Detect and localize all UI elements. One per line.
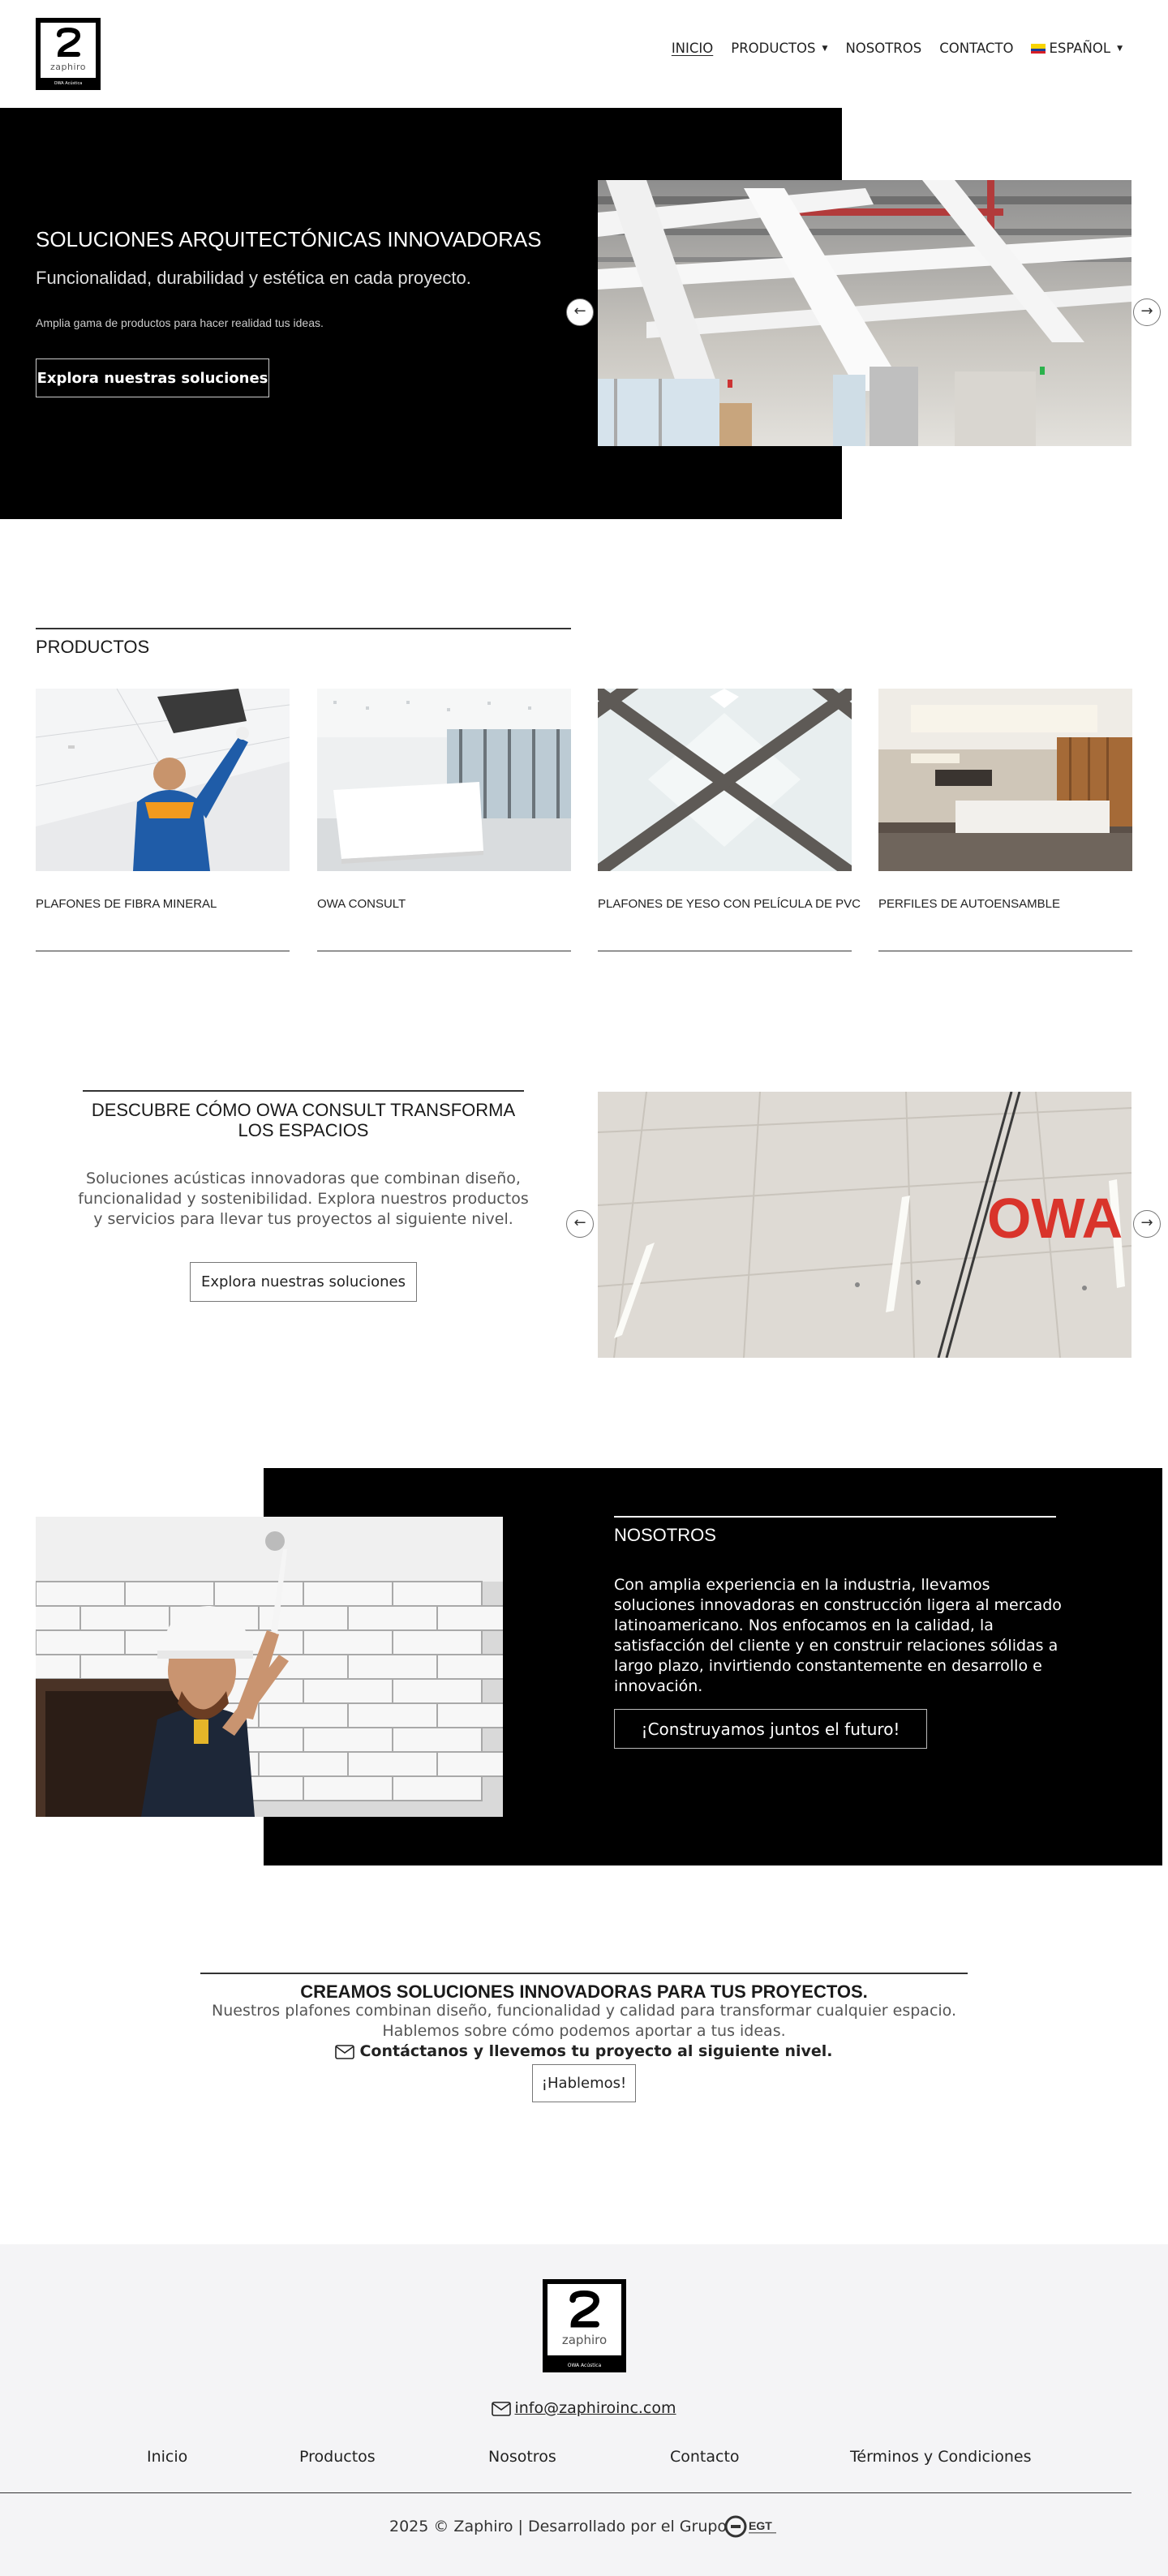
logo-brand-text: zaphiro <box>49 62 87 72</box>
product-label: PLAFONES DE YESO CON PELÍCULA DE PVC <box>598 897 861 911</box>
footer-link-productos[interactable]: Productos <box>299 2448 376 2466</box>
caret-down-icon: ▼ <box>822 44 828 53</box>
footer-logo-inner: zaphiro <box>548 2284 621 2355</box>
colombia-flag-icon <box>1031 43 1046 54</box>
product-label: PERFILES DE AUTOENSAMBLE <box>878 897 1060 911</box>
nav-item-label: INICIO <box>671 41 714 56</box>
footer-link-inicio[interactable]: Inicio <box>147 2448 187 2466</box>
hero-title: SOLUCIONES ARQUITECTÓNICAS INNOVADORAS <box>36 227 542 251</box>
cta-line-3: Contáctanos y llevemos tu proyecto al si… <box>0 2042 1168 2060</box>
product-label: PLAFONES DE FIBRA MINERAL <box>36 897 217 911</box>
hero-slide-image <box>598 180 1132 446</box>
electrician-image <box>36 1517 503 1817</box>
hero-prev-arrow-icon[interactable]: ← <box>566 298 594 326</box>
footer-link-terminos[interactable]: Términos y Condiciones <box>850 2448 1031 2466</box>
language-label: ESPAÑOL <box>1049 41 1111 56</box>
lets-talk-button[interactable]: ¡Hablemos! <box>532 2064 636 2102</box>
product-label: OWA CONSULT <box>317 897 406 911</box>
product-image <box>317 689 571 871</box>
nav-item-contacto[interactable]: CONTACTO <box>939 41 1013 56</box>
language-selector[interactable]: ESPAÑOL ▼ <box>1031 41 1123 56</box>
nav-item-inicio[interactable]: INICIO <box>672 41 713 56</box>
owa-slide-image: OWA <box>598 1092 1132 1358</box>
site-header: zaphiro OWA Acústica INICIO PRODUCTOS ▼ … <box>0 0 1168 107</box>
zaphiro-logo[interactable]: zaphiro OWA Acústica <box>36 18 101 90</box>
footer-divider <box>0 2492 1132 2493</box>
footer-link-nosotros[interactable]: Nosotros <box>488 2448 556 2466</box>
cta-line-2: Hablemos sobre cómo podemos aportar a tu… <box>382 2022 786 2040</box>
product-card-yeso-pvc[interactable]: PLAFONES DE YESO CON PELÍCULA DE PVC <box>598 689 861 951</box>
product-card-fibra-mineral[interactable]: PLAFONES DE FIBRA MINERAL <box>36 689 290 951</box>
owa-ceiling-image: OWA <box>598 1092 1132 1358</box>
hero-text: Amplia gama de productos para hacer real… <box>36 316 324 329</box>
product-image <box>878 689 1132 871</box>
nav-item-label: NOSOTROS <box>845 41 922 56</box>
products-heading: PRODUCTOS <box>36 637 150 657</box>
nav-item-nosotros[interactable]: NOSOTROS <box>845 41 921 56</box>
owa-next-arrow-icon[interactable]: → <box>1133 1210 1161 1238</box>
owa-title: DESCUBRE CÓMO OWA CONSULT TRANSFORMA LOS… <box>91 1100 516 1140</box>
owa-prev-arrow-icon[interactable]: ← <box>566 1210 594 1238</box>
nav-item-productos[interactable]: PRODUCTOS ▼ <box>731 41 827 56</box>
about-divider <box>614 1516 1056 1518</box>
nav-item-label: PRODUCTOS <box>731 41 816 56</box>
product-card-perfiles[interactable]: PERFILES DE AUTOENSAMBLE <box>878 689 1132 951</box>
products-divider <box>36 628 571 629</box>
footer-copyright: 2025 © Zaphiro | Desarrollado por el Gru… <box>389 2518 728 2535</box>
build-future-button[interactable]: ¡Construyamos juntos el futuro! <box>614 1709 927 1749</box>
main-nav: INICIO PRODUCTOS ▼ NOSOTROS CONTACTO ESP… <box>672 41 1123 56</box>
hero-next-arrow-icon[interactable]: → <box>1133 298 1161 326</box>
svg-text:EGT: EGT <box>749 2519 772 2532</box>
product-image <box>598 689 852 871</box>
nav-item-label: CONTACTO <box>939 41 1014 56</box>
cta-divider <box>200 1973 968 1974</box>
footer-email: info@zaphiroinc.com <box>0 2399 1168 2417</box>
logo-inner: zaphiro <box>41 23 96 78</box>
logo-tagline: OWA Acústica <box>54 81 83 86</box>
egt-logo-icon: EGT <box>724 2515 776 2538</box>
z-logo-icon <box>569 2290 599 2328</box>
footer-link-contacto[interactable]: Contacto <box>670 2448 740 2466</box>
product-card-owa-consult[interactable]: OWA CONSULT <box>317 689 571 951</box>
footer-logo-brand: zaphiro <box>561 2333 608 2347</box>
cta-line-3-text: Contáctanos y llevemos tu proyecto al si… <box>359 2042 833 2060</box>
footer-email-link[interactable]: info@zaphiroinc.com <box>514 2399 676 2417</box>
egt-logo[interactable]: EGT <box>724 2514 779 2539</box>
hero-subtitle: Funcionalidad, durabilidad y estética en… <box>36 268 471 288</box>
about-title: NOSOTROS <box>614 1525 716 1545</box>
product-image <box>36 689 290 871</box>
office-ceiling-image <box>598 180 1132 446</box>
owa-text: Soluciones acústicas innovadoras que com… <box>78 1170 529 1228</box>
owa-explore-button[interactable]: Explora nuestras soluciones <box>190 1262 417 1302</box>
footer-zaphiro-logo[interactable]: zaphiro OWA Acústica <box>543 2279 626 2372</box>
owa-wall-logo: OWA <box>987 1187 1123 1250</box>
mail-icon <box>492 2401 512 2416</box>
mail-icon <box>335 2044 355 2059</box>
owa-divider <box>83 1090 524 1092</box>
z-logo-icon <box>57 28 81 57</box>
caret-down-icon: ▼ <box>1117 44 1123 53</box>
cta-line-1: Nuestros plafones combinan diseño, funci… <box>212 2002 956 2020</box>
explore-solutions-button[interactable]: Explora nuestras soluciones <box>36 358 269 397</box>
about-text: Con amplia experiencia en la industria, … <box>614 1576 1062 1695</box>
footer-logo-tagline: OWA Acústica <box>567 2363 602 2368</box>
cta-title: CREAMOS SOLUCIONES INNOVADORAS PARA TUS … <box>300 1981 868 2002</box>
